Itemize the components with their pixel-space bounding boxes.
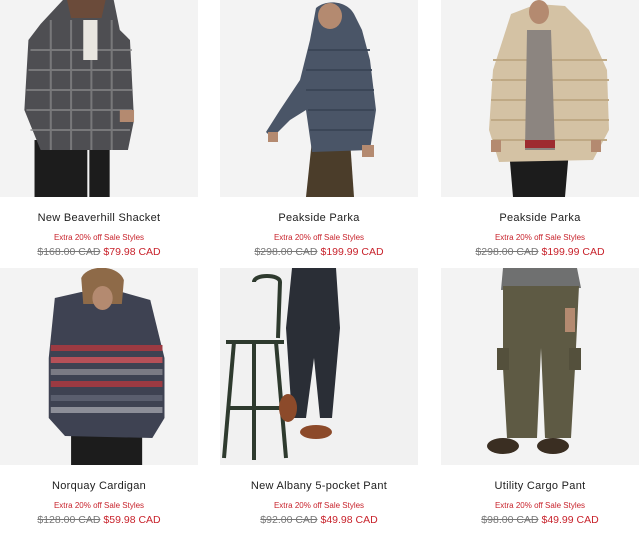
product-image-peakside-beige[interactable] [441, 0, 639, 197]
product-card[interactable] [441, 268, 639, 465]
product-name[interactable]: New Albany 5-pocket Pant [220, 480, 418, 492]
original-price: $298.00 CAD [475, 246, 539, 258]
product-image-albany-pant[interactable] [220, 268, 418, 465]
product-image-cargo-pant[interactable] [441, 268, 639, 465]
olive-cargo-photo [441, 268, 639, 465]
product-card[interactable] [0, 268, 198, 465]
original-price: $92.00 CAD [260, 514, 318, 526]
product-name[interactable]: Norquay Cardigan [0, 480, 198, 492]
price: $98.00 CAD $49.99 CAD [441, 514, 639, 526]
product-name[interactable]: New Beaverhill Shacket [0, 212, 198, 224]
product-name[interactable]: Utility Cargo Pant [441, 480, 639, 492]
price: $128.00 CAD $59.98 CAD [0, 514, 198, 526]
product-card[interactable] [220, 268, 418, 465]
price: $298.00 CAD $199.99 CAD [441, 246, 639, 258]
plaid-shacket-photo [0, 0, 198, 197]
sale-price: $199.99 CAD [541, 246, 605, 258]
original-price: $168.00 CAD [37, 246, 101, 258]
beige-parka-photo [441, 0, 639, 197]
product-image-shacket[interactable] [0, 0, 198, 197]
product-image-cardigan[interactable] [0, 268, 198, 465]
product-info: Peakside Parka Extra 20% off Sale Styles… [220, 212, 418, 258]
product-card[interactable] [441, 0, 639, 197]
product-info: New Albany 5-pocket Pant Extra 20% off S… [220, 480, 418, 526]
promo-text: Extra 20% off Sale Styles [53, 501, 145, 510]
cardigan-photo [0, 268, 198, 465]
promo-text: Extra 20% off Sale Styles [53, 233, 145, 242]
product-name[interactable]: Peakside Parka [220, 212, 418, 224]
promo-text: Extra 20% off Sale Styles [273, 501, 365, 510]
sale-price: $59.98 CAD [103, 514, 161, 526]
navy-parka-photo [220, 0, 418, 197]
sale-price: $49.99 CAD [541, 514, 599, 526]
product-info: Peakside Parka Extra 20% off Sale Styles… [441, 212, 639, 258]
price: $92.00 CAD $49.98 CAD [220, 514, 418, 526]
sale-price: $79.98 CAD [103, 246, 161, 258]
original-price: $98.00 CAD [481, 514, 539, 526]
product-info: Norquay Cardigan Extra 20% off Sale Styl… [0, 480, 198, 526]
price: $168.00 CAD $79.98 CAD [0, 246, 198, 258]
promo-text: Extra 20% off Sale Styles [273, 233, 365, 242]
product-name[interactable]: Peakside Parka [441, 212, 639, 224]
promo-text: Extra 20% off Sale Styles [494, 501, 586, 510]
promo-text: Extra 20% off Sale Styles [494, 233, 586, 242]
product-card[interactable] [0, 0, 198, 197]
original-price: $298.00 CAD [254, 246, 318, 258]
original-price: $128.00 CAD [37, 514, 101, 526]
product-grid: New Beaverhill Shacket Extra 20% off Sal… [0, 0, 640, 539]
sale-price: $49.98 CAD [320, 514, 378, 526]
product-info: Utility Cargo Pant Extra 20% off Sale St… [441, 480, 639, 526]
product-info: New Beaverhill Shacket Extra 20% off Sal… [0, 212, 198, 258]
price: $298.00 CAD $199.99 CAD [220, 246, 418, 258]
product-card[interactable] [220, 0, 418, 197]
sale-price: $199.99 CAD [320, 246, 384, 258]
product-image-peakside-navy[interactable] [220, 0, 418, 197]
black-pant-photo [220, 268, 418, 465]
